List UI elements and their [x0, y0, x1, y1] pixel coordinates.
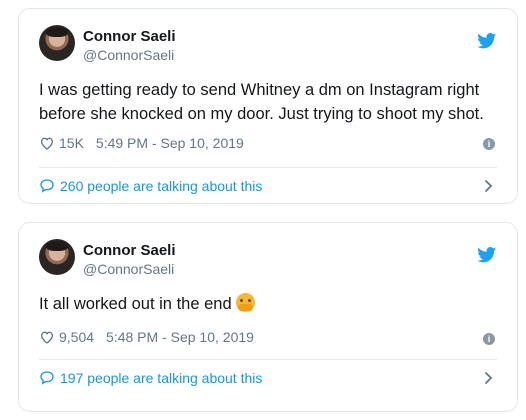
conversation-link[interactable]: 260 people are talking about this — [39, 175, 497, 197]
chevron-right-icon[interactable] — [484, 179, 493, 193]
twitter-bird-icon[interactable] — [477, 33, 497, 49]
tweet-meta: 9,504 5:48 PM - Sep 10, 2019 — [39, 329, 254, 345]
timestamp[interactable]: 5:49 PM - Sep 10, 2019 — [96, 135, 244, 151]
twitter-bird-icon[interactable] — [477, 247, 497, 263]
conversation-link[interactable]: 197 people are talking about this — [39, 367, 497, 389]
tweet-text: It all worked out in the end — [39, 292, 499, 316]
avatar[interactable] — [39, 239, 75, 275]
divider — [39, 167, 497, 168]
hugging-face-emoji-icon — [235, 293, 255, 312]
talking-count[interactable]: 260 people are talking about this — [60, 178, 262, 194]
like-count[interactable]: 15K — [59, 135, 84, 151]
speech-bubble-icon — [40, 371, 54, 385]
tweet-text-content: It all worked out in the end — [39, 295, 232, 313]
chevron-right-icon[interactable] — [484, 371, 493, 385]
heart-icon[interactable] — [39, 135, 55, 151]
heart-icon[interactable] — [39, 329, 55, 345]
talking-count[interactable]: 197 people are talking about this — [60, 370, 262, 386]
author-info[interactable]: Connor Saeli @ConnorSaeli — [83, 242, 176, 278]
tweet-card[interactable]: Connor Saeli @ConnorSaeli It all worked … — [18, 222, 518, 412]
tweet-meta: 15K 5:49 PM - Sep 10, 2019 — [39, 135, 244, 151]
timestamp[interactable]: 5:48 PM - Sep 10, 2019 — [106, 329, 254, 345]
handle[interactable]: @ConnorSaeli — [83, 260, 176, 278]
tweet-text: I was getting ready to send Whitney a dm… — [39, 81, 484, 123]
info-icon[interactable]: i — [483, 138, 495, 150]
handle[interactable]: @ConnorSaeli — [83, 46, 176, 64]
display-name[interactable]: Connor Saeli — [83, 242, 176, 260]
avatar[interactable] — [39, 25, 75, 61]
divider — [39, 359, 497, 360]
info-icon[interactable]: i — [483, 333, 495, 345]
like-count[interactable]: 9,504 — [59, 329, 94, 345]
speech-bubble-icon — [40, 179, 54, 193]
display-name[interactable]: Connor Saeli — [83, 28, 176, 46]
author-info[interactable]: Connor Saeli @ConnorSaeli — [83, 28, 176, 64]
tweet-card[interactable]: Connor Saeli @ConnorSaeli I was getting … — [18, 8, 518, 204]
